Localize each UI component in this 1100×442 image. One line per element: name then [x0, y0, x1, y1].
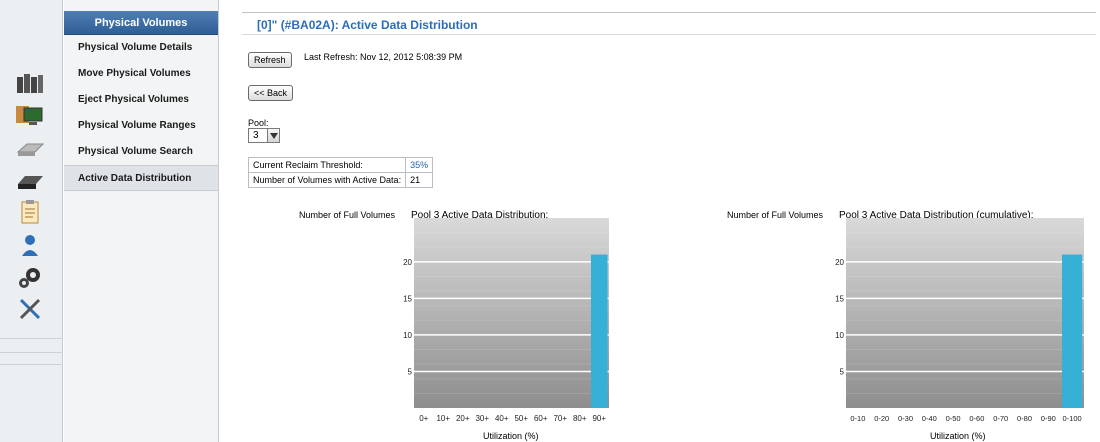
y-tick-label: 10 — [403, 331, 412, 340]
info-table: Current Reclaim Threshold: 35% Number of… — [247, 157, 434, 188]
x-tick-label: 0-40 — [922, 414, 937, 423]
y-tick-label: 20 — [403, 258, 412, 267]
y-tick-label: 15 — [835, 294, 844, 303]
chevron-down-icon[interactable] — [267, 129, 279, 142]
x-tick-label: 40+ — [495, 414, 509, 423]
nav-item-move-physical-volumes[interactable]: Move Physical Volumes — [64, 61, 218, 87]
x-tick-label: 70+ — [553, 414, 567, 423]
x-tick-label: 0-80 — [1017, 414, 1032, 423]
chart2: 5 10 15 20 0-10 0-20 0-30 0-40 0-50 0-60 0-70 0-80 0… — [835, 218, 1084, 423]
chart1-xlabel: Utilization (%) — [483, 431, 539, 441]
reclaim-threshold-value: 35% — [405, 157, 434, 173]
x-tick-label: 0-90 — [1041, 414, 1056, 423]
y-tick-label: 20 — [835, 258, 844, 267]
x-tick-label: 10+ — [436, 414, 450, 423]
refresh-button[interactable]: Refresh — [248, 52, 292, 68]
back-button[interactable]: << Back — [248, 85, 294, 101]
tools-icon[interactable] — [14, 296, 46, 322]
chart1-ylabel: Number of Full Volumes — [299, 210, 396, 220]
pool-select[interactable]: 3 — [248, 128, 280, 143]
page-title: [0]" (#BA02A): Active Data Distribution — [257, 18, 478, 32]
y-tick-label: 5 — [840, 367, 845, 376]
servers-icon[interactable] — [14, 70, 46, 96]
x-tick-label: 0-30 — [898, 414, 913, 423]
tape-drive-icon[interactable] — [14, 168, 46, 194]
monitor-icon[interactable] — [14, 103, 46, 129]
nav-item-physical-volume-details[interactable]: Physical Volume Details — [64, 35, 218, 61]
top-divider — [242, 12, 1096, 13]
volumes-active-label: Number of Volumes with Active Data: — [247, 172, 407, 188]
x-tick-label: 90+ — [592, 414, 606, 423]
x-tick-label: 0-50 — [946, 414, 961, 423]
nav-panel: Physical Volumes Physical Volume Details… — [64, 0, 219, 442]
x-tick-label: 30+ — [475, 414, 489, 423]
chart-bar[interactable] — [1061, 254, 1083, 408]
drive-icon[interactable] — [14, 135, 46, 161]
x-tick-label: 20+ — [456, 414, 470, 423]
nav-item-physical-volume-ranges[interactable]: Physical Volume Ranges — [64, 113, 218, 139]
last-refresh-text: Last Refresh: Nov 12, 2012 5:08:39 PM — [304, 52, 463, 62]
nav-item-active-data-distribution[interactable]: Active Data Distribution — [64, 165, 218, 191]
x-tick-label: 0-10 — [850, 414, 865, 423]
reclaim-threshold-label: Current Reclaim Threshold: — [247, 157, 407, 173]
volumes-active-value: 21 — [405, 172, 434, 188]
x-tick-label: 0+ — [419, 414, 428, 423]
nav-item-physical-volume-search[interactable]: Physical Volume Search — [64, 139, 218, 165]
y-tick-label: 10 — [835, 331, 844, 340]
chart1: 5 10 15 20 0+ 10+ 20+ 30+ 40+ 50+ 60+ 70+ 80+ 90+ — [403, 218, 609, 423]
chart2-ylabel: Number of Full Volumes — [727, 210, 824, 220]
table-row: Number of Volumes with Active Data: 21 — [247, 172, 434, 188]
x-tick-label: 60+ — [534, 414, 548, 423]
y-tick-label: 15 — [403, 294, 412, 303]
chart2-xlabel: Utilization (%) — [930, 431, 986, 441]
x-tick-label: 50+ — [514, 414, 528, 423]
x-tick-label: 80+ — [573, 414, 587, 423]
nav-header: Physical Volumes — [64, 11, 218, 35]
pool-select-value: 3 — [253, 130, 259, 141]
main-content: [0]" (#BA02A): Active Data Distribution … — [236, 0, 1100, 442]
title-divider — [242, 34, 1096, 35]
chart-plot-area — [846, 218, 1084, 408]
x-tick-label: 0-20 — [874, 414, 889, 423]
chart-bar[interactable] — [590, 254, 608, 408]
table-row: Current Reclaim Threshold: 35% — [247, 157, 434, 173]
gears-icon[interactable] — [14, 264, 46, 290]
y-tick-label: 5 — [408, 367, 413, 376]
x-tick-label: 0-100 — [1063, 414, 1082, 423]
nav-item-eject-physical-volumes[interactable]: Eject Physical Volumes — [64, 87, 218, 113]
icon-rail — [0, 0, 63, 442]
x-tick-label: 0-70 — [993, 414, 1008, 423]
clipboard-icon[interactable] — [14, 199, 46, 225]
chart-plot-area — [414, 218, 609, 408]
user-icon[interactable] — [14, 232, 46, 258]
x-tick-label: 0-60 — [969, 414, 984, 423]
pool-label: Pool: — [248, 118, 269, 128]
